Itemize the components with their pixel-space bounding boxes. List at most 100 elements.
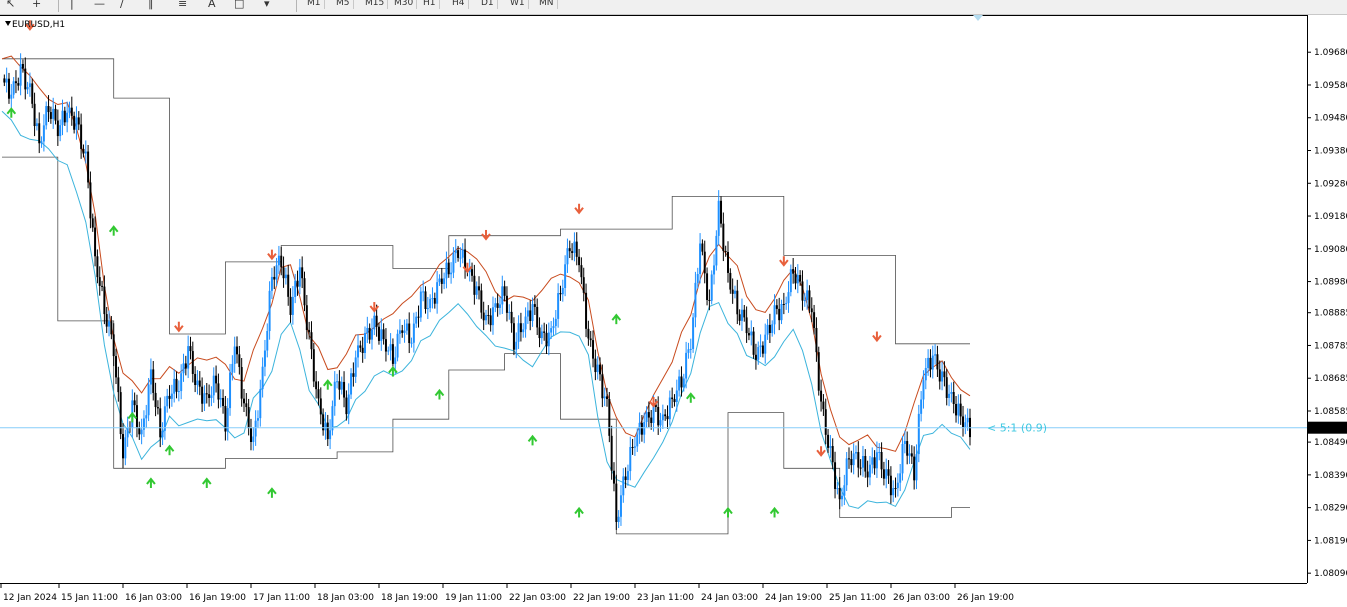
bull-candle bbox=[957, 403, 960, 416]
bull-candle bbox=[405, 323, 408, 331]
bear-candle bbox=[487, 314, 490, 316]
bear-candle bbox=[480, 290, 483, 313]
bear-candle bbox=[317, 389, 320, 399]
bear-candle bbox=[496, 303, 499, 308]
bear-candle bbox=[615, 483, 618, 522]
bear-candle bbox=[122, 434, 124, 459]
bull-candle bbox=[806, 290, 809, 301]
bull-candle bbox=[710, 274, 713, 301]
bull-candle bbox=[789, 269, 792, 293]
bear-candle bbox=[154, 392, 157, 408]
bear-candle bbox=[880, 452, 883, 470]
price-tick-label: 1.09180 bbox=[1314, 212, 1347, 222]
bear-candle bbox=[827, 434, 830, 448]
bull-candle bbox=[212, 375, 215, 396]
bear-candle bbox=[296, 280, 299, 287]
bull-candle bbox=[829, 446, 832, 448]
bear-candle bbox=[115, 356, 118, 378]
price-tick-label: 1.09480 bbox=[1314, 114, 1347, 124]
bear-candle bbox=[191, 351, 194, 374]
bull-candle bbox=[687, 349, 690, 353]
bull-candle bbox=[229, 372, 232, 409]
bull-candle bbox=[410, 342, 413, 344]
bear-candle bbox=[7, 78, 10, 99]
bear-candle bbox=[782, 304, 785, 306]
bull-candle bbox=[964, 422, 967, 428]
chart-background bbox=[0, 15, 1347, 607]
bear-candle bbox=[238, 354, 241, 368]
bull-candle bbox=[370, 329, 373, 340]
price-tick-label: 1.08490 bbox=[1314, 438, 1347, 448]
time-tick-label: 18 Jan 03:00 bbox=[317, 593, 374, 603]
bull-candle bbox=[547, 332, 550, 347]
bull-candle bbox=[415, 316, 418, 324]
bear-candle bbox=[838, 488, 841, 500]
bull-candle bbox=[10, 94, 13, 99]
bear-candle bbox=[510, 311, 513, 324]
bull-candle bbox=[675, 390, 678, 403]
bull-candle bbox=[163, 406, 166, 431]
bear-candle bbox=[761, 345, 764, 354]
bull-candle bbox=[422, 291, 425, 293]
bear-candle bbox=[303, 278, 306, 306]
bull-candle bbox=[892, 488, 895, 496]
bull-candle bbox=[461, 249, 464, 258]
bull-candle bbox=[454, 250, 457, 254]
bear-candle bbox=[647, 412, 650, 418]
bear-candle bbox=[887, 469, 890, 476]
price-tick-label: 1.08290 bbox=[1314, 504, 1347, 514]
bear-candle bbox=[87, 151, 90, 183]
bull-candle bbox=[622, 476, 625, 496]
bear-candle bbox=[184, 363, 187, 369]
bull-candle bbox=[331, 406, 334, 431]
bear-candle bbox=[606, 396, 608, 399]
bear-candle bbox=[447, 262, 450, 275]
bull-candle bbox=[678, 376, 681, 391]
price-tick-label: 1.08885 bbox=[1314, 309, 1347, 319]
bull-candle bbox=[899, 473, 902, 483]
price-tick-label: 1.08980 bbox=[1314, 278, 1347, 288]
bear-candle bbox=[794, 273, 797, 284]
bear-candle bbox=[571, 251, 574, 253]
bear-candle bbox=[680, 376, 683, 388]
bull-candle bbox=[347, 394, 350, 415]
bear-candle bbox=[592, 340, 595, 359]
bear-candle bbox=[747, 333, 750, 336]
bull-candle bbox=[373, 315, 376, 330]
bear-candle bbox=[208, 394, 211, 398]
bull-candle bbox=[61, 110, 64, 126]
bull-candle bbox=[387, 350, 390, 352]
bull-candle bbox=[419, 291, 422, 318]
bull-candle bbox=[485, 314, 487, 321]
bear-candle bbox=[91, 218, 94, 228]
bear-candle bbox=[189, 346, 192, 352]
bull-candle bbox=[145, 415, 148, 419]
bear-candle bbox=[282, 267, 285, 279]
bull-candle bbox=[596, 364, 599, 373]
bear-candle bbox=[338, 381, 341, 390]
price-chart[interactable]: < 5:1 (0.9) 1.08534 1.09680 1.09580 1.09480… bbox=[0, 0, 1347, 607]
bear-candle bbox=[594, 358, 597, 373]
bull-candle bbox=[696, 274, 699, 283]
bear-candle bbox=[729, 272, 732, 290]
time-tick-label: 16 Jan 19:00 bbox=[189, 593, 246, 603]
bull-candle bbox=[475, 286, 478, 295]
bear-candle bbox=[873, 457, 876, 469]
bear-candle bbox=[312, 349, 315, 382]
bear-candle bbox=[63, 110, 66, 123]
bull-candle bbox=[896, 482, 899, 489]
bull-candle bbox=[494, 303, 497, 308]
bear-candle bbox=[217, 383, 220, 400]
bear-candle bbox=[56, 120, 59, 137]
bear-candle bbox=[671, 397, 674, 400]
bull-candle bbox=[750, 331, 753, 336]
bull-candle bbox=[266, 331, 269, 351]
bull-candle bbox=[694, 282, 697, 318]
bear-candle bbox=[110, 321, 113, 335]
bear-candle bbox=[175, 378, 178, 392]
bear-candle bbox=[913, 456, 916, 481]
bull-candle bbox=[187, 346, 190, 369]
bull-candle bbox=[526, 310, 529, 317]
price-tick-label: 1.09380 bbox=[1314, 147, 1347, 157]
bear-candle bbox=[859, 467, 862, 469]
